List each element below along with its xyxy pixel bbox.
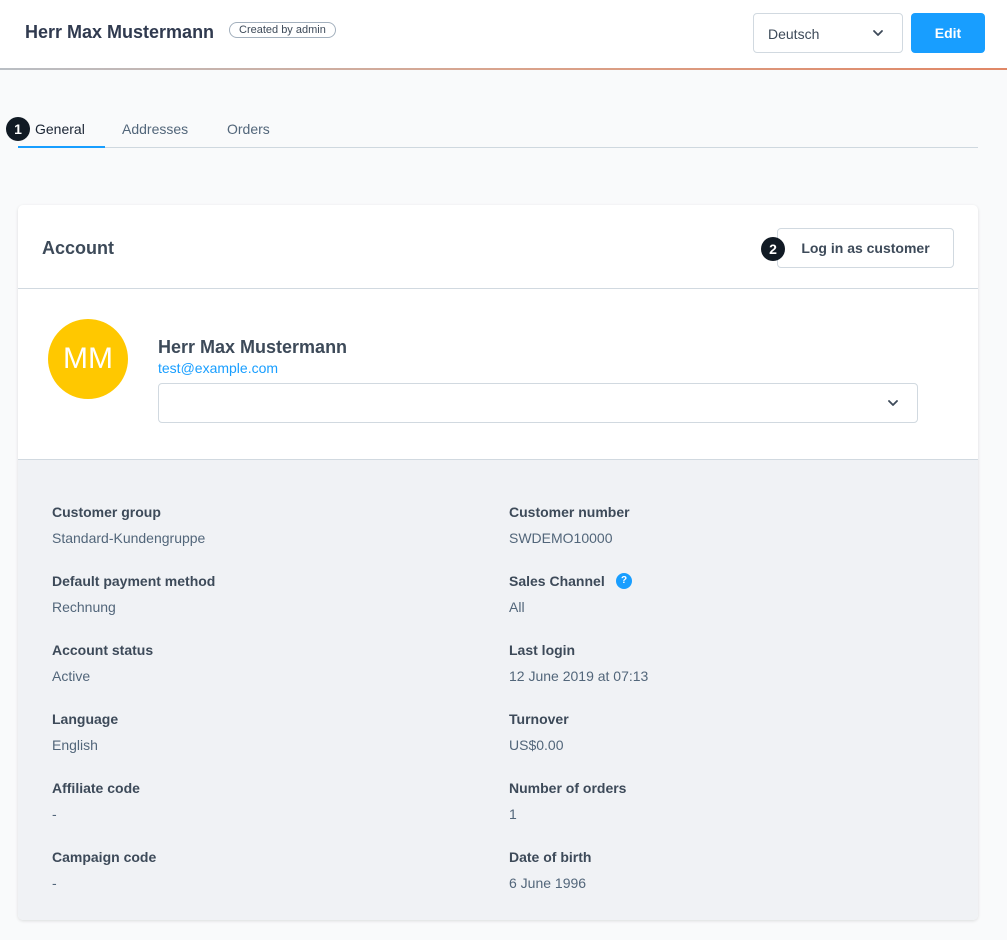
created-by-badge: Created by admin [229,22,336,38]
login-as-customer-button[interactable]: Log in as customer [777,228,954,268]
campaign-code-value: - [52,875,57,891]
customer-number-label: Customer number [509,504,630,520]
last-login-label: Last login [509,642,576,658]
language-select[interactable]: Deutsch [753,13,903,53]
tab-orders[interactable]: Orders [227,121,270,137]
question-mark-icon[interactable]: ? [616,573,632,589]
chevron-down-icon [888,400,898,406]
campaign-code-label: Campaign code [52,849,157,865]
header-divider [0,68,1007,70]
affiliate-code-value: - [52,806,57,822]
customer-group-value: Standard-Kundengruppe [52,530,206,546]
sales-channel-value: All [509,599,525,615]
affiliate-code-label: Affiliate code [52,780,140,796]
number-of-orders-value: 1 [509,806,517,822]
language-select-value: Deutsch [768,26,820,42]
chevron-down-icon [873,30,883,36]
date-of-birth-value: 6 June 1996 [509,875,587,891]
page-title: Herr Max Mustermann [25,22,215,42]
customer-name: Herr Max Mustermann [158,337,348,357]
last-login-value: 12 June 2019 at 07:13 [509,668,649,684]
sales-channel-label: Sales Channel [509,573,605,589]
customer-number-value: SWDEMO10000 [509,530,613,546]
active-tab-indicator [18,146,105,148]
customer-email-link[interactable]: test@example.com [158,360,278,376]
number-of-orders-label: Number of orders [509,780,627,796]
step-badge-2: 2 [761,237,785,261]
step-badge-1: 1 [6,117,30,141]
date-of-birth-label: Date of birth [509,849,592,865]
language-value: English [52,737,98,753]
tabs-divider [18,147,978,148]
customer-info-panel: Customer group Standard-Kundengruppe Def… [18,459,978,920]
tab-general[interactable]: General [35,121,85,137]
account-card: Account Log in as customer MM Herr Max M… [18,205,978,920]
payment-method-label: Default payment method [52,573,216,589]
account-status-label: Account status [52,642,154,658]
payment-method-value: Rechnung [52,599,116,615]
account-status-value: Active [52,668,91,684]
account-card-title: Account [42,238,114,258]
turnover-label: Turnover [509,711,569,727]
customer-tag-select[interactable] [158,383,918,423]
customer-group-label: Customer group [52,504,161,520]
card-divider [18,288,978,289]
turnover-value: US$0.00 [509,737,564,753]
page-header: Herr Max Mustermann Created by admin Deu… [0,0,1007,68]
tab-addresses[interactable]: Addresses [122,121,188,137]
edit-button[interactable]: Edit [911,13,985,53]
avatar: MM [48,319,128,399]
language-label: Language [52,711,119,727]
